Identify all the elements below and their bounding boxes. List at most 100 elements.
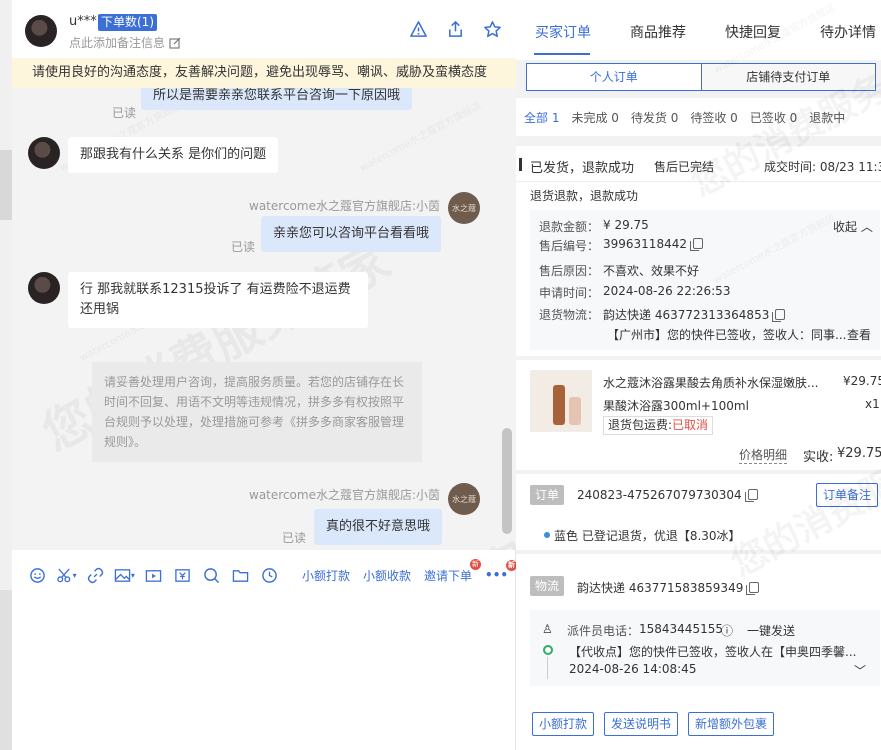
shop-avatar[interactable]: 水之蔻 <box>448 483 480 515</box>
invite-order-link[interactable]: 邀请下单新 <box>424 558 482 584</box>
left-gutter <box>0 0 12 750</box>
logistics-carrier-value: 韵达快递 463771583859349 <box>577 581 744 595</box>
order-panel: 买家订单 商品推荐 快捷回复 待办详情 个人订单 店铺待支付订单 全部 1 未完… <box>516 0 881 750</box>
scissors-icon[interactable]: ▾ <box>55 563 77 587</box>
courier-phone-label: 派件员电话： <box>567 624 640 638</box>
customer-avatar[interactable] <box>25 15 57 47</box>
star-icon[interactable] <box>483 20 502 39</box>
tab-buyer-orders[interactable]: 买家订单 <box>535 22 591 42</box>
read-status: 已读 <box>231 240 256 254</box>
order-segment: 个人订单 店铺待支付订单 <box>526 63 876 91</box>
message-list: 您的消费服务管家 您的消费服务管家 watercome水之蔻官方旗舰店 wate… <box>12 88 516 550</box>
gutter-block <box>0 150 12 220</box>
small-collection-link[interactable]: 小额收款 <box>363 567 411 584</box>
tab-product-recommend[interactable]: 商品推荐 <box>630 22 686 42</box>
chat-scrollbar[interactable] <box>502 428 512 534</box>
read-status: 已读 <box>282 531 307 545</box>
product-qty: x1 <box>865 397 880 411</box>
customer-avatar[interactable] <box>28 272 60 304</box>
price-detail-link[interactable]: 价格明细 <box>739 446 788 464</box>
filter-refunding[interactable]: 退款中 <box>809 109 845 126</box>
filter-incomplete[interactable]: 未完成 0 <box>571 109 618 126</box>
add-note-link[interactable]: 点此添加备注信息 <box>69 34 181 51</box>
folder-icon[interactable] <box>230 563 252 587</box>
gutter-block <box>0 590 12 750</box>
order-card: 已发货，退款成功 售后已完结 成交时间: 08/23 11:39 退货退款，退款… <box>516 146 881 356</box>
collapse-link[interactable]: 收起 ︿ <box>833 218 873 235</box>
customer-avatar[interactable] <box>28 137 60 169</box>
track-text: 【代收点】您的快件已签收，签收人在【申奥四季馨... <box>569 645 857 659</box>
aftersale-tag: 售后已完结 <box>654 160 715 174</box>
conduct-notice: 请使用良好的沟通态度，友善解决问题，避免出现辱骂、嘲讽、威胁及蛮横态度 <box>12 58 516 88</box>
paid-amount: ¥29.75 <box>837 446 881 461</box>
sender-name: watercome水之蔻官方旗舰店:小茵 <box>249 488 440 502</box>
logistics-card: 物流 韵达快递 463771583859349 ♙ 派件员电话： 1584344… <box>516 554 881 704</box>
order-note-button[interactable]: 订单备注 <box>816 483 879 507</box>
send-manual-button[interactable]: 发送说明书 <box>604 712 679 736</box>
copy-icon[interactable] <box>772 309 786 322</box>
reason-label: 售后原因： <box>539 264 600 278</box>
segment-pending-pay-orders[interactable]: 店铺待支付订单 <box>700 64 875 90</box>
chevron-up-icon: ︿ <box>860 220 873 234</box>
link-icon[interactable] <box>84 563 106 587</box>
copy-icon[interactable] <box>746 582 760 595</box>
product-name[interactable]: 水之蔻沐浴露果酸去角质补水保湿嫩肤... <box>603 374 823 391</box>
filter-to-ship[interactable]: 待发货 0 <box>631 109 678 126</box>
tab-todo-detail[interactable]: 待办详情 <box>820 22 876 42</box>
search-order-icon[interactable] <box>201 563 223 587</box>
tab-quick-reply[interactable]: 快捷回复 <box>725 22 781 42</box>
product-image[interactable] <box>530 370 592 432</box>
message-bubble-in[interactable]: 行 那我就联系12315投诉了 有运费险不退运费还甩锅 <box>68 272 368 328</box>
add-extra-package-button[interactable]: 新增额外包裹 <box>688 712 775 736</box>
small-payment-link[interactable]: 小额打款 <box>302 567 350 584</box>
message-bubble-out[interactable]: 亲亲您可以咨询平台看看哦 <box>261 216 442 252</box>
bottom-actions: 小额打款 发送说明书 新增额外包裹 <box>516 704 881 750</box>
new-badge: 新 <box>470 558 482 570</box>
filter-signed[interactable]: 已签收 0 <box>750 109 797 126</box>
order-no-value: 240823-475267079730304 <box>577 488 742 502</box>
shipping-insurance-status: 已取消 <box>672 418 709 432</box>
system-notice: 请妥善处理用户咨询，提高服务质量。若您的店铺存在长时间不回复、用语不文明等违规情… <box>92 362 422 462</box>
track-status-dot <box>543 645 553 655</box>
courier-phone: 15843445155 <box>639 622 723 636</box>
warning-icon[interactable] <box>409 20 428 39</box>
product-price: ¥29.75 <box>843 374 881 388</box>
logistics-tag: 物流 <box>530 576 565 596</box>
emoji-icon[interactable] <box>26 563 48 587</box>
chevron-down-icon[interactable]: ﹀ <box>854 662 866 679</box>
view-link[interactable]: 查看 <box>847 326 871 343</box>
filter-to-sign[interactable]: 待签收 0 <box>690 109 737 126</box>
message-bubble-out[interactable]: 真的很不好意思哦 <box>314 509 443 545</box>
return-logistics-value: 韵达快递 463772313364853 <box>603 308 770 322</box>
copy-icon[interactable] <box>689 238 703 251</box>
order-remark: 蓝色 已登记退货，优退【8.30冰】 <box>554 529 741 543</box>
help-icon[interactable]: ⓘ <box>721 622 733 639</box>
message-bubble-in[interactable]: 那跟我有什么关系 是你们的问题 <box>68 137 279 173</box>
chat-header: u*** 下单数(1) 点此添加备注信息 <box>12 0 516 58</box>
clock-icon[interactable] <box>259 563 281 587</box>
return-logistics: 韵达快递 463772313364853 <box>603 306 786 323</box>
refund-amount: ¥ 29.75 <box>603 218 649 232</box>
small-payment-button[interactable]: 小额打款 <box>532 712 595 736</box>
send-phone-link[interactable]: 一键发送 <box>747 622 795 639</box>
success-time: 成交时间: 08/23 11:39 <box>764 160 881 174</box>
order-status: 已发货，退款成功 <box>530 161 635 176</box>
track-time: 2024-08-26 14:08:45 <box>569 662 697 676</box>
courier-icon: ♙ <box>542 622 553 636</box>
filter-all[interactable]: 全部 1 <box>524 109 559 126</box>
order-count-badge[interactable]: 下单数(1) <box>98 14 157 31</box>
coupon-icon[interactable] <box>172 563 194 587</box>
image-icon[interactable]: ▾ <box>113 563 135 587</box>
refund-amount-label: 退款金额： <box>539 220 600 234</box>
share-icon[interactable] <box>446 20 465 39</box>
return-track: 【广州市】您的快件已签收，签收人：同事... <box>607 328 847 342</box>
return-logistics-label: 退货物流： <box>539 308 600 322</box>
video-icon[interactable] <box>142 563 164 587</box>
more-button[interactable]: ••• 新 <box>485 560 518 582</box>
paid-label: 实收: <box>803 450 834 465</box>
order-tag: 订单 <box>530 485 565 505</box>
segment-personal-orders[interactable]: 个人订单 <box>527 64 701 90</box>
shop-avatar[interactable]: 水之蔻 <box>448 192 480 224</box>
message-bubble-out[interactable]: 所以是需要亲亲您联系平台咨询一下原因哦 <box>141 88 413 110</box>
copy-icon[interactable] <box>744 489 758 502</box>
